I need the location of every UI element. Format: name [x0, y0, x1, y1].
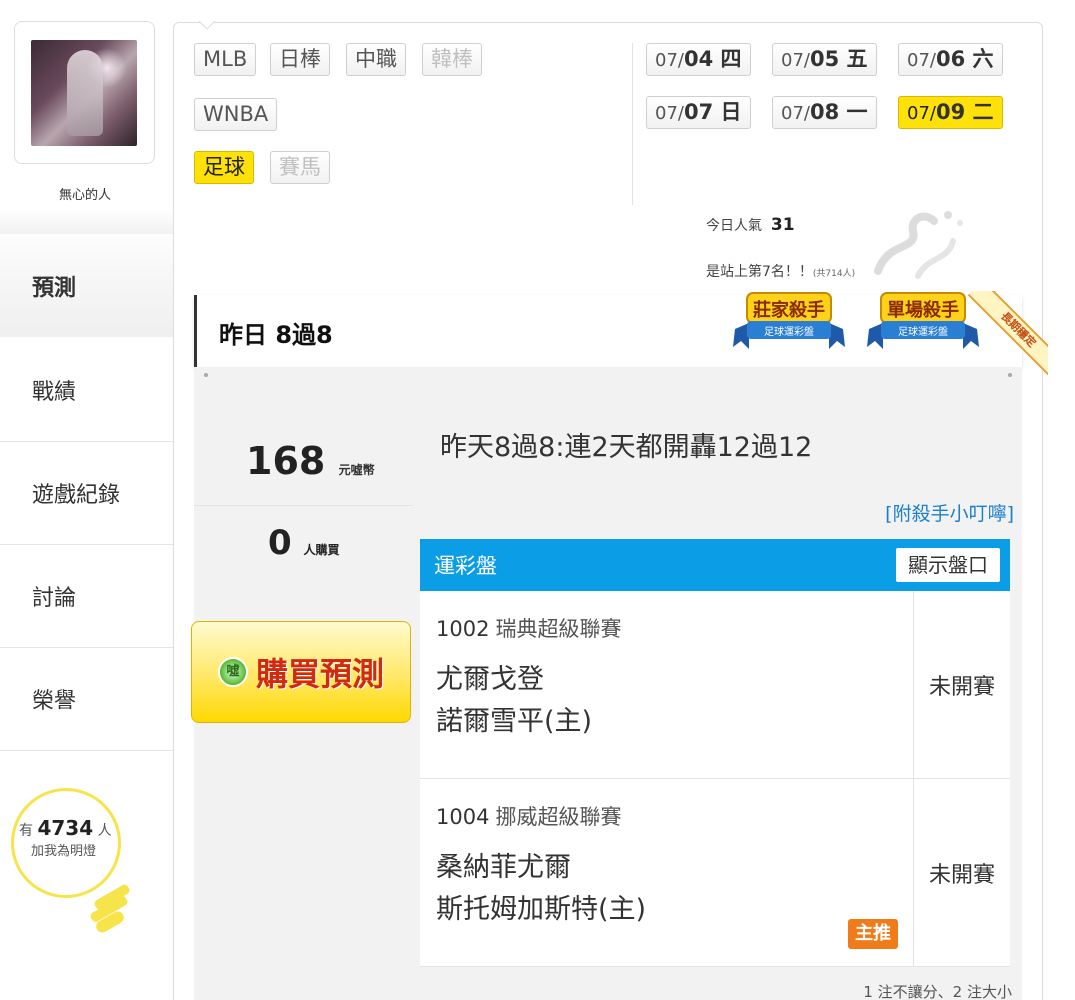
yesterday-result: 昨日 8過8 — [219, 321, 333, 349]
yesterday-result-bar: 昨日 8過8 莊家殺手 足球運彩盤 單場殺手 足球運彩盤 — [194, 292, 1022, 367]
match-status: 未開賽 — [928, 863, 995, 888]
tag-horse-racing: 賽馬 — [270, 151, 330, 184]
sidebar-item-game-log[interactable]: 遊戲紀錄 — [0, 442, 175, 545]
coin-icon: 噓 — [217, 657, 248, 687]
sidebar-item-honor[interactable]: 榮譽 — [0, 648, 175, 751]
team-away: 尤爾戈登 — [436, 664, 544, 695]
prediction-panel: 168 元噓幣 0 人購買 噓 購買預測 昨天8過8:連2天都開轟12過12 [… — [191, 367, 1022, 1000]
date-0704[interactable]: 07/04 四 — [646, 43, 751, 76]
pin — [1008, 373, 1012, 377]
price: 168 元噓幣 — [246, 439, 375, 483]
tag-mlb[interactable]: MLB — [194, 43, 257, 76]
avatar[interactable] — [31, 40, 137, 146]
team-home: 斯托姆加斯特(主) — [436, 894, 647, 925]
follower-prefix: 有 — [19, 823, 33, 839]
prediction-stats: 168 元噓幣 0 人購買 噓 購買預測 — [191, 367, 413, 1000]
follower-number: 4734 — [37, 816, 94, 840]
match-status: 未開賽 — [928, 675, 995, 700]
buyer-count: 0 人購買 — [268, 523, 340, 563]
match-info: 1004 挪威超級聯賽 桑納菲尤爾 斯托姆加斯特(主) 主推 — [420, 779, 914, 967]
follower-suffix: 人 — [97, 823, 112, 839]
sidebar-divider — [0, 208, 175, 236]
match-code: 1002 瑞典超級聯賽 — [436, 617, 622, 641]
prediction-headline: 昨天8過8:連2天都開轟12過12 — [440, 432, 813, 463]
decorative-swirl-icon — [874, 211, 963, 279]
match-row: 1002 瑞典超級聯賽 尤爾戈登 諾爾雪平(主) 未開賽 — [420, 591, 1010, 779]
follow-lightbulb[interactable]: 有 4734 人 加我為明燈 — [11, 788, 131, 938]
date-0706[interactable]: 07/06 六 — [898, 43, 1003, 76]
match-info: 1002 瑞典超級聯賽 尤爾戈登 諾爾雪平(主) — [420, 591, 914, 779]
sidebar-item-discussion[interactable]: 討論 — [0, 545, 175, 648]
pointer-notch-icon — [199, 21, 215, 30]
team-away: 桑納菲尤爾 — [436, 852, 571, 883]
tag-wnba[interactable]: WNBA — [194, 98, 278, 131]
divider — [194, 505, 413, 506]
follow-label[interactable]: 加我為明燈 — [31, 840, 96, 859]
tag-soccer[interactable]: 足球 — [194, 151, 254, 184]
banker-killer-badge-icon: 莊家殺手 足球運彩盤 — [733, 292, 845, 349]
bet-count-note: 1 注不讓分、2 注大小 — [863, 983, 1012, 1000]
main-pick-badge: 主推 — [848, 919, 898, 949]
popularity-today: 今日人氣 31 — [706, 215, 795, 235]
date-0708[interactable]: 07/08 一 — [772, 96, 877, 129]
bet-table: 運彩盤 顯示盤口 1002 瑞典超級聯賽 尤爾戈登 諾爾雪平(主) 未開賽 100… — [420, 539, 1010, 967]
username[interactable]: 無心的人 — [0, 184, 170, 203]
profile-card[interactable] — [14, 21, 155, 164]
tag-kbo: 韓棒 — [422, 43, 482, 76]
match-row: 1004 挪威超級聯賽 桑納菲尤爾 斯托姆加斯特(主) 主推 未開賽 — [420, 779, 1010, 967]
team-home: 諾爾雪平(主) — [436, 706, 593, 737]
date-0709[interactable]: 07/09 二 — [898, 96, 1003, 129]
date-0705[interactable]: 07/05 五 — [772, 43, 877, 76]
avatar-figure — [67, 50, 103, 136]
date-0707[interactable]: 07/07 日 — [646, 96, 751, 129]
svg-text:莊家殺手: 莊家殺手 — [753, 299, 825, 321]
divider — [632, 43, 633, 205]
match-code: 1004 挪威超級聯賽 — [436, 805, 622, 829]
killer-tips-link[interactable]: [附殺手小叮嚀] — [885, 499, 1014, 526]
show-odds-button[interactable]: 顯示盤口 — [896, 548, 1000, 582]
buy-prediction-button[interactable]: 噓 購買預測 — [191, 621, 411, 723]
sidebar: 無心的人 預測 戰績 遊戲紀錄 討論 榮譽 有 4734 人 加我為明燈 — [0, 0, 175, 1000]
bet-table-title: 運彩盤 — [434, 554, 497, 578]
popularity-rank: 是站上第7名！！(共714人) — [706, 264, 856, 280]
buy-prediction-label: 購買預測 — [255, 655, 384, 693]
svg-text:足球運彩盤: 足球運彩盤 — [764, 325, 814, 338]
follower-count: 有 4734 人 — [19, 816, 129, 840]
sidebar-item-record[interactable]: 戰績 — [0, 339, 175, 442]
tag-cpbl[interactable]: 中職 — [346, 43, 406, 76]
sidebar-item-predict[interactable]: 預測 — [0, 234, 175, 337]
bet-table-header: 運彩盤 顯示盤口 — [420, 539, 1010, 591]
tag-npb[interactable]: 日棒 — [270, 43, 330, 76]
main-card: MLB 日棒 中職 韓棒 WNBA 足球 賽馬 07/04 四 07/05 五 … — [173, 21, 1048, 1000]
